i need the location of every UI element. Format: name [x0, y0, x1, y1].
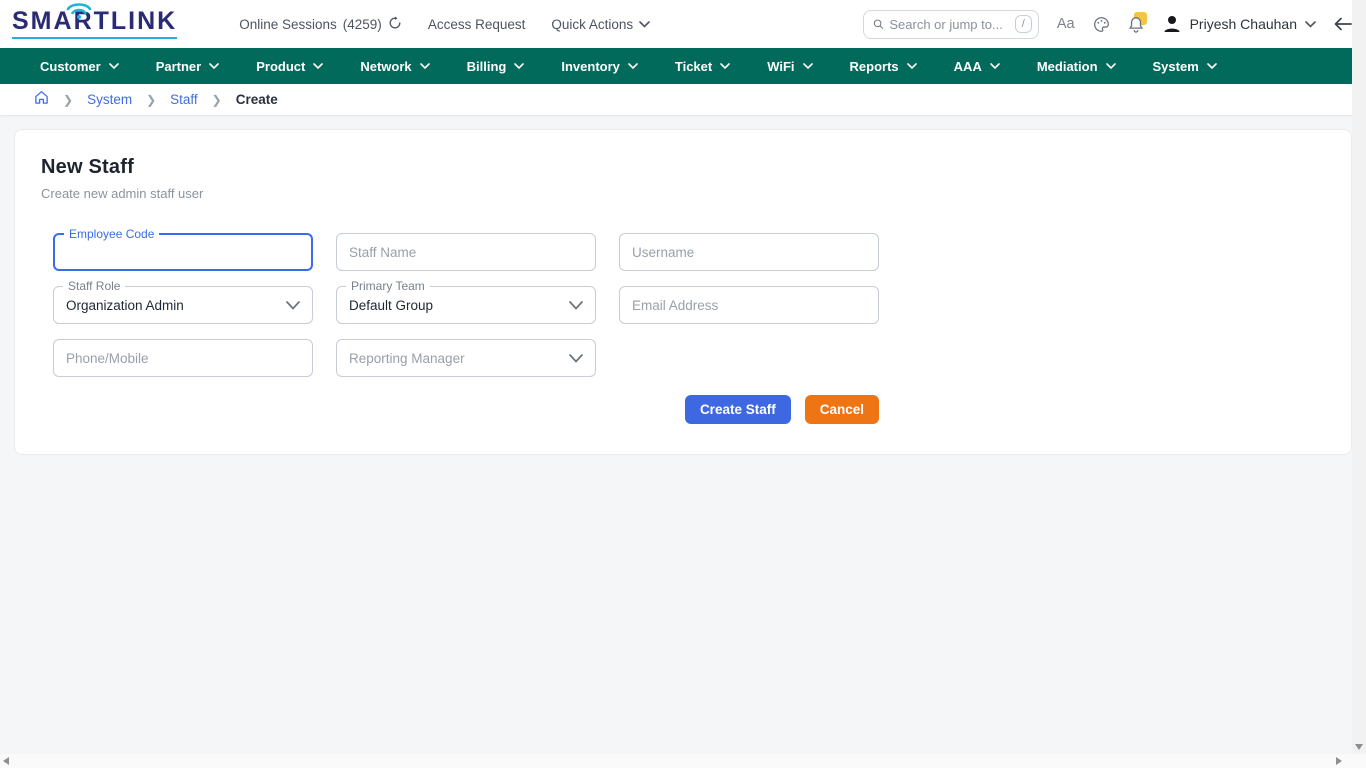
breadcrumb-separator: ❯: [63, 93, 73, 107]
chevron-down-icon: [639, 21, 650, 28]
chevron-down-icon: [1305, 21, 1316, 28]
search-icon: [873, 17, 884, 31]
nav-item-aaa[interactable]: AAA: [954, 59, 1000, 74]
top-header: SMARTLINK Online Sessions (4259) Access …: [0, 0, 1366, 48]
chevron-down-icon: [1106, 63, 1116, 69]
email-field[interactable]: [619, 286, 879, 324]
chevron-down-icon: [720, 63, 730, 69]
primary-team-select[interactable]: Primary Team Default Group: [336, 286, 596, 324]
username-input[interactable]: [632, 245, 866, 260]
nav-item-billing[interactable]: Billing: [467, 59, 525, 74]
scroll-down-arrow-icon[interactable]: [1355, 744, 1363, 750]
employee-code-field[interactable]: Employee Code: [53, 233, 313, 271]
search-input[interactable]: [889, 17, 1008, 32]
global-search[interactable]: /: [863, 10, 1039, 39]
create-staff-button[interactable]: Create Staff: [685, 395, 791, 424]
horizontal-scrollbar[interactable]: [0, 754, 1366, 768]
nav-item-partner[interactable]: Partner: [156, 59, 220, 74]
chevron-down-icon: [569, 301, 583, 310]
nav-item-customer[interactable]: Customer: [40, 59, 119, 74]
breadcrumb-link-staff[interactable]: Staff: [170, 92, 198, 107]
reporting-manager-placeholder: Reporting Manager: [349, 351, 465, 366]
nav-item-ticket[interactable]: Ticket: [675, 59, 730, 74]
quick-actions-menu[interactable]: Quick Actions: [551, 17, 650, 32]
main-navigation: Customer Partner Product Network Billing…: [0, 48, 1366, 84]
nav-item-product[interactable]: Product: [256, 59, 323, 74]
nav-item-reports[interactable]: Reports: [850, 59, 917, 74]
form-actions: Create Staff Cancel: [41, 395, 879, 424]
nav-item-mediation[interactable]: Mediation: [1037, 59, 1116, 74]
nav-item-wifi[interactable]: WiFi: [767, 59, 812, 74]
chevron-down-icon: [628, 63, 638, 69]
vertical-scrollbar[interactable]: [1352, 0, 1366, 754]
home-icon[interactable]: [34, 90, 49, 110]
staff-role-label: Staff Role: [63, 279, 125, 293]
user-menu[interactable]: Priyesh Chauhan: [1162, 14, 1316, 34]
nav-item-network[interactable]: Network: [360, 59, 429, 74]
back-arrow-icon[interactable]: [1334, 17, 1352, 31]
phone-input[interactable]: [66, 351, 300, 366]
primary-team-value: Default Group: [349, 298, 433, 313]
refresh-icon[interactable]: [388, 16, 402, 33]
smartlink-logo[interactable]: SMARTLINK: [12, 9, 177, 39]
slash-shortcut-key: /: [1015, 15, 1032, 33]
breadcrumb-link-system[interactable]: System: [87, 92, 132, 107]
chevron-down-icon: [109, 63, 119, 69]
staff-name-input[interactable]: [349, 245, 583, 260]
online-sessions-link[interactable]: Online Sessions (4259): [239, 16, 402, 33]
nav-item-inventory[interactable]: Inventory: [561, 59, 638, 74]
online-sessions-count: (4259): [343, 17, 382, 32]
staff-form: Employee Code Staff Role Organization Ad…: [53, 233, 879, 377]
breadcrumb: ❯ System ❯ Staff ❯ Create: [0, 84, 1366, 116]
reporting-manager-select[interactable]: Reporting Manager: [336, 339, 596, 377]
breadcrumb-separator: ❯: [146, 93, 156, 107]
chevron-down-icon: [286, 301, 300, 310]
nav-item-system[interactable]: System: [1153, 59, 1217, 74]
staff-name-field[interactable]: [336, 233, 596, 271]
chevron-down-icon: [990, 63, 1000, 69]
logo-text-part1: SM: [12, 9, 54, 34]
phone-field[interactable]: [53, 339, 313, 377]
breadcrumb-separator: ❯: [212, 93, 222, 107]
new-staff-card: New Staff Create new admin staff user Em…: [14, 129, 1352, 455]
access-request-link[interactable]: Access Request: [428, 17, 526, 32]
chevron-down-icon: [420, 63, 430, 69]
primary-team-label: Primary Team: [346, 279, 430, 293]
page-subtitle: Create new admin staff user: [41, 186, 1325, 201]
chevron-down-icon: [569, 354, 583, 363]
staff-role-value: Organization Admin: [66, 298, 184, 313]
page-title: New Staff: [41, 156, 1325, 179]
employee-code-label: Employee Code: [64, 227, 159, 241]
scroll-left-arrow-icon[interactable]: [3, 757, 9, 765]
notifications-bell-icon[interactable]: [1128, 16, 1144, 33]
email-input[interactable]: [632, 298, 866, 313]
staff-role-select[interactable]: Staff Role Organization Admin: [53, 286, 313, 324]
theme-palette-icon[interactable]: [1093, 16, 1110, 33]
cancel-button[interactable]: Cancel: [805, 395, 879, 424]
employee-code-input[interactable]: [67, 245, 299, 260]
breadcrumb-current: Create: [236, 92, 278, 107]
scroll-right-arrow-icon[interactable]: [1336, 757, 1342, 765]
chevron-down-icon: [907, 63, 917, 69]
chevron-down-icon: [209, 63, 219, 69]
chevron-down-icon: [514, 63, 524, 69]
wifi-signal-icon: [64, 0, 94, 24]
username-field[interactable]: [619, 233, 879, 271]
font-size-toggle[interactable]: Aa: [1057, 16, 1075, 32]
chevron-down-icon: [1207, 63, 1217, 69]
chevron-down-icon: [313, 63, 323, 69]
avatar-icon: [1162, 14, 1182, 34]
chevron-down-icon: [803, 63, 813, 69]
user-name: Priyesh Chauhan: [1190, 16, 1297, 32]
